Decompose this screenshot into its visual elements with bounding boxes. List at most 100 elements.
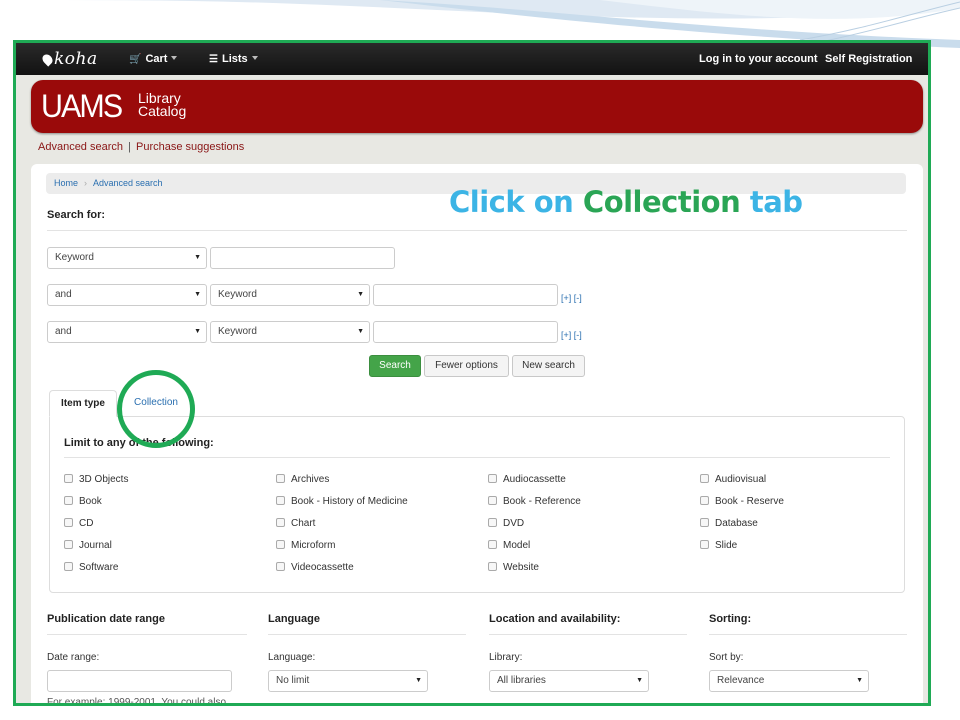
divider — [47, 634, 247, 635]
cart-label: Cart — [145, 53, 168, 65]
koha-logo[interactable]: koha — [40, 43, 98, 75]
search-index-value: Keyword — [55, 252, 94, 263]
item-type-label: Journal — [79, 540, 112, 551]
search-button[interactable]: Search — [369, 355, 421, 377]
operator-value: and — [55, 326, 72, 337]
item-type-checkbox[interactable] — [64, 474, 73, 483]
item-type-label: Microform — [291, 540, 336, 551]
purchase-suggestions-link[interactable]: Purchase suggestions — [136, 141, 244, 153]
item-type-checkbox[interactable] — [64, 540, 73, 549]
item-type-checkbox[interactable] — [276, 496, 285, 505]
fewer-options-button[interactable]: Fewer options — [424, 355, 509, 377]
item-type-checkbox[interactable] — [276, 562, 285, 571]
item-type-label: DVD — [503, 518, 525, 529]
search-term-input-2[interactable] — [373, 284, 558, 306]
divider — [268, 634, 466, 635]
search-term-input-1[interactable] — [210, 247, 395, 269]
search-for-heading: Search for: — [47, 209, 106, 221]
remove-row-link[interactable]: [-] — [574, 330, 582, 340]
sort-by-value: Relevance — [717, 675, 765, 686]
advanced-search-link[interactable]: Advanced search — [38, 141, 123, 153]
item-type-checkbox[interactable] — [488, 474, 497, 483]
item-type-checkbox[interactable] — [64, 562, 73, 571]
koha-logo-text: koha — [54, 49, 98, 69]
add-row-link[interactable]: [+] — [561, 330, 571, 340]
item-type-label: Website — [503, 562, 539, 573]
link-separator: | — [128, 141, 131, 153]
divider — [489, 634, 687, 635]
instruction-annotation: Click on Collection tab — [449, 185, 803, 219]
item-type-checkbox[interactable] — [276, 474, 285, 483]
dropdown-arrow-icon: ▼ — [636, 677, 643, 684]
banner-logo-subtitle: Library Catalog — [138, 91, 187, 119]
item-type-checkbox[interactable] — [276, 540, 285, 549]
item-type-checkbox[interactable] — [488, 562, 497, 571]
breadcrumb-home[interactable]: Home — [54, 178, 78, 188]
language-value: No limit — [276, 675, 310, 686]
dropdown-arrow-icon: ▼ — [856, 677, 863, 684]
item-type-checkbox[interactable] — [276, 518, 285, 527]
add-row-link[interactable]: [+] — [561, 293, 571, 303]
item-type-option: Videocassette — [276, 562, 354, 573]
tab-item-type[interactable]: Item type — [49, 390, 117, 417]
item-type-option: Database — [700, 518, 758, 529]
item-type-option: Microform — [276, 540, 335, 551]
location-section-title: Location and availability: — [489, 613, 621, 625]
library-banner[interactable]: UAMS Library Catalog — [31, 80, 923, 133]
list-icon: ☰ — [209, 54, 218, 65]
search-index-select-2[interactable]: Keyword ▼ — [210, 284, 370, 306]
item-type-checkbox[interactable] — [488, 540, 497, 549]
self-registration-link[interactable]: Self Registration — [825, 43, 912, 75]
sort-by-select[interactable]: Relevance ▼ — [709, 670, 869, 692]
dropdown-arrow-icon: ▼ — [194, 291, 201, 298]
dropdown-arrow-icon: ▼ — [357, 328, 364, 335]
item-type-checkbox[interactable] — [700, 474, 709, 483]
item-type-option: Journal — [64, 540, 112, 551]
search-index-select-1[interactable]: Keyword ▼ — [47, 247, 207, 269]
top-navbar: koha 🛒 Cart ☰ Lists Log in to your account… — [16, 43, 928, 75]
date-range-label: Date range: — [47, 652, 100, 663]
sort-by-label: Sort by: — [709, 652, 744, 663]
item-type-checkbox[interactable] — [64, 496, 73, 505]
add-remove-row-3: [+] [-] — [561, 330, 582, 340]
item-type-label: Audiovisual — [715, 474, 767, 485]
dropdown-arrow-icon: ▼ — [415, 677, 422, 684]
library-select[interactable]: All libraries ▼ — [489, 670, 649, 692]
operator-value: and — [55, 289, 72, 300]
slide: koha 🛒 Cart ☰ Lists Log in to your account… — [0, 0, 960, 720]
item-type-label: Chart — [291, 518, 316, 529]
item-type-label: Videocassette — [291, 562, 354, 573]
item-type-option: Book - Reserve — [700, 496, 784, 507]
item-type-checkbox[interactable] — [700, 540, 709, 549]
annotation-part-3: tab — [740, 185, 803, 219]
boolean-operator-select-3[interactable]: and ▼ — [47, 321, 207, 343]
date-range-input[interactable] — [47, 670, 232, 692]
lists-button[interactable]: ☰ Lists — [209, 43, 258, 75]
item-type-label: Book - Reserve — [715, 496, 784, 507]
cart-button[interactable]: 🛒 Cart — [129, 43, 178, 75]
item-type-checkbox[interactable] — [488, 518, 497, 527]
remove-row-link[interactable]: [-] — [574, 293, 582, 303]
banner-line-2: Catalog — [138, 103, 187, 119]
item-type-option: Chart — [276, 518, 315, 529]
divider — [47, 230, 907, 231]
item-type-option: Audiocassette — [488, 474, 566, 485]
annotation-part-2: Collection — [582, 185, 741, 219]
breadcrumb-current[interactable]: Advanced search — [93, 178, 163, 188]
divider — [709, 634, 907, 635]
item-type-label: Database — [715, 518, 758, 529]
item-type-checkbox[interactable] — [64, 518, 73, 527]
boolean-operator-select-2[interactable]: and ▼ — [47, 284, 207, 306]
item-type-option: Archives — [276, 474, 329, 485]
item-type-checkbox[interactable] — [488, 496, 497, 505]
item-type-checkbox[interactable] — [700, 518, 709, 527]
language-select[interactable]: No limit ▼ — [268, 670, 428, 692]
sub-navigation: Advanced search | Purchase suggestions — [38, 141, 244, 153]
item-type-option: Audiovisual — [700, 474, 766, 485]
add-remove-row-2: [+] [-] — [561, 293, 582, 303]
item-type-checkbox[interactable] — [700, 496, 709, 505]
new-search-button[interactable]: New search — [512, 355, 585, 377]
search-index-select-3[interactable]: Keyword ▼ — [210, 321, 370, 343]
login-link[interactable]: Log in to your account — [699, 43, 818, 75]
search-term-input-3[interactable] — [373, 321, 558, 343]
